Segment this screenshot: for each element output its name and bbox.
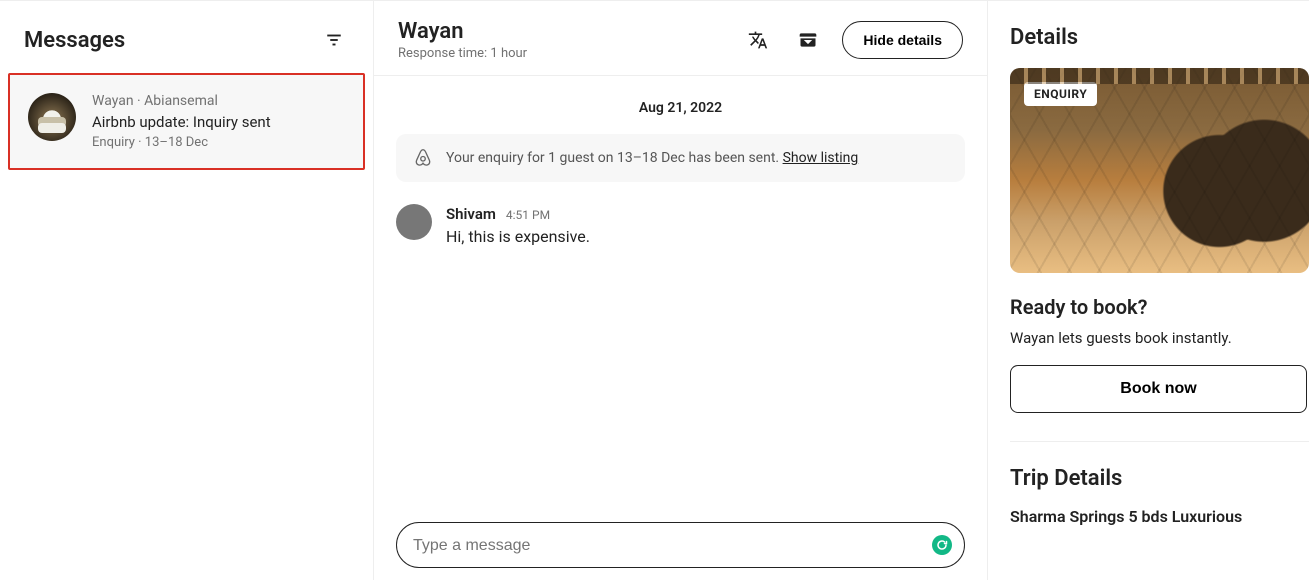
message-composer[interactable]: [396, 522, 965, 568]
show-listing-link[interactable]: Show listing: [783, 150, 859, 166]
conversation-title: Wayan: [398, 19, 527, 44]
translate-button[interactable]: [742, 24, 774, 56]
sender-name: Shivam: [446, 205, 496, 223]
airbnb-logo-icon: [414, 148, 432, 168]
details-sidebar: Details ENQUIRY Ready to book? Wayan let…: [987, 1, 1309, 580]
thread-line2: Airbnb update: Inquiry sent: [92, 113, 271, 131]
enquiry-banner: Your enquiry for 1 guest on 13–18 Dec ha…: [396, 134, 965, 182]
thread-line3: Enquiry · 13–18 Dec: [92, 135, 271, 150]
archive-icon: [798, 30, 818, 50]
message-row: Shivam 4:51 PM Hi, this is expensive.: [396, 204, 965, 246]
message-time: 4:51 PM: [506, 208, 550, 222]
details-title: Details: [1010, 25, 1309, 50]
archive-button[interactable]: [792, 24, 824, 56]
book-now-button[interactable]: Book now: [1010, 365, 1307, 413]
enquiry-tag: ENQUIRY: [1024, 82, 1097, 106]
thread-line1: Wayan · Abiansemal: [92, 93, 271, 109]
listing-photo[interactable]: ENQUIRY: [1010, 68, 1309, 273]
conversation-panel: Wayan Response time: 1 hour Hide details: [374, 1, 987, 580]
divider: [1010, 441, 1309, 442]
thread-item[interactable]: Wayan · Abiansemal Airbnb update: Inquir…: [8, 73, 365, 170]
hide-details-button[interactable]: Hide details: [842, 21, 963, 59]
message-text: Hi, this is expensive.: [446, 227, 590, 246]
messages-title: Messages: [24, 28, 125, 53]
ready-to-book-title: Ready to book?: [1010, 295, 1309, 319]
thread-avatar: [28, 93, 76, 141]
response-time: Response time: 1 hour: [398, 46, 527, 61]
filter-button[interactable]: [319, 25, 349, 55]
grammarly-icon[interactable]: [932, 535, 952, 555]
translate-icon: [748, 30, 768, 50]
messages-sidebar: Messages Wayan · Abiansemal Airbnb updat…: [0, 1, 374, 580]
listing-name: Sharma Springs 5 bds Luxurious: [1010, 507, 1309, 526]
sender-avatar: [396, 204, 432, 240]
date-separator: Aug 21, 2022: [396, 100, 965, 116]
ready-to-book-sub: Wayan lets guests book instantly.: [1010, 329, 1309, 347]
message-input[interactable]: [413, 537, 920, 555]
enquiry-text: Your enquiry for 1 guest on 13–18 Dec ha…: [446, 150, 783, 166]
trip-details-title: Trip Details: [1010, 466, 1309, 491]
filter-icon: [325, 31, 343, 49]
